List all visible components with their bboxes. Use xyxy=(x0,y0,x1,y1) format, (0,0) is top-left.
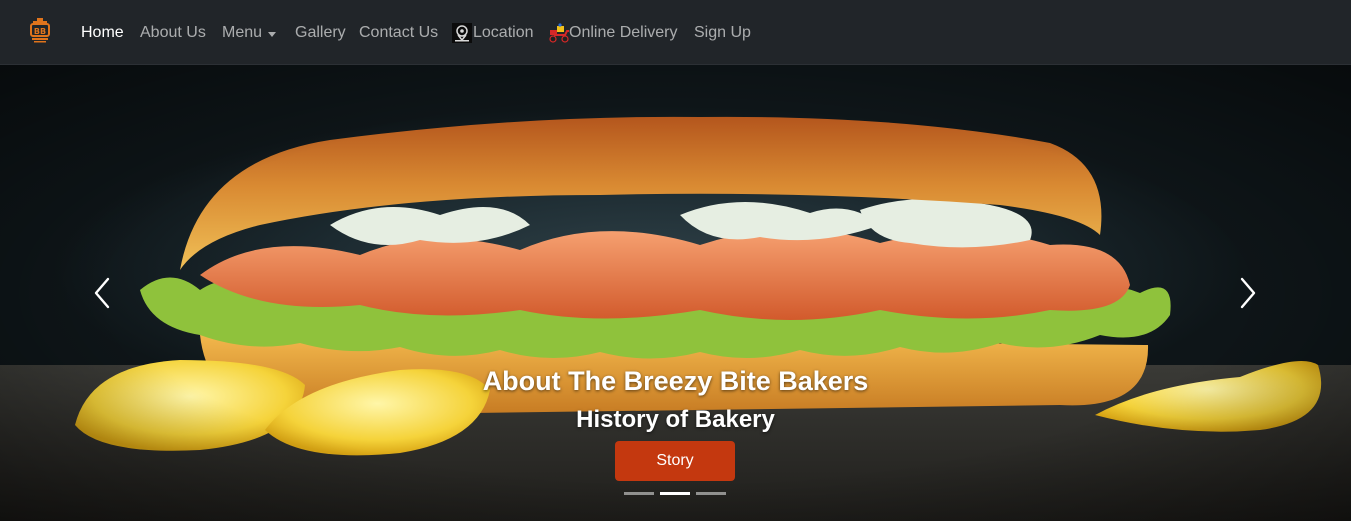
navbar: BB Home About Us Menu Gallery Contact Us… xyxy=(0,0,1351,65)
nav-contact-us-label: Contact Us xyxy=(359,24,439,41)
carousel-indicator-3[interactable] xyxy=(696,492,726,495)
nav-online-delivery[interactable]: Online Delivery xyxy=(548,22,677,44)
chevron-right-icon xyxy=(1240,277,1256,309)
carousel-caption-title: About The Breezy Bite Bakers xyxy=(482,366,869,396)
location-icon xyxy=(452,23,472,43)
nav-home[interactable]: Home xyxy=(81,22,124,44)
chevron-left-icon xyxy=(94,277,110,309)
delivery-scooter-icon xyxy=(548,23,569,43)
nav-about-us[interactable]: About Us xyxy=(140,22,206,44)
nav-location[interactable]: Location xyxy=(452,22,534,44)
nav-home-label: Home xyxy=(81,24,124,41)
nav-gallery[interactable]: Gallery xyxy=(295,22,346,44)
caret-down-icon xyxy=(268,31,277,37)
carousel-indicators xyxy=(624,492,726,495)
bakery-logo-icon[interactable]: BB xyxy=(29,16,51,44)
svg-text:BB: BB xyxy=(34,27,46,36)
nav-menu-label: Menu xyxy=(222,24,263,41)
carousel-indicator-1[interactable] xyxy=(624,492,654,495)
nav-contact-us[interactable]: Contact Us xyxy=(359,22,438,44)
carousel-next-button[interactable] xyxy=(1228,270,1268,316)
nav-about-us-label: About Us xyxy=(140,24,206,41)
carousel-indicator-2[interactable] xyxy=(660,492,690,495)
carousel-caption-subtitle: History of Bakery xyxy=(576,406,775,433)
nav-sign-up-label: Sign Up xyxy=(694,24,751,41)
nav-gallery-label: Gallery xyxy=(295,24,346,41)
story-button[interactable]: Story xyxy=(615,441,735,481)
nav-menu-dropdown[interactable]: Menu xyxy=(222,22,277,44)
hero-carousel: About The Breezy Bite Bakers History of … xyxy=(0,65,1351,521)
carousel-prev-button[interactable] xyxy=(82,270,122,316)
nav-sign-up[interactable]: Sign Up xyxy=(694,22,751,44)
nav-online-delivery-label: Online Delivery xyxy=(569,24,678,41)
nav-location-label: Location xyxy=(473,24,534,41)
